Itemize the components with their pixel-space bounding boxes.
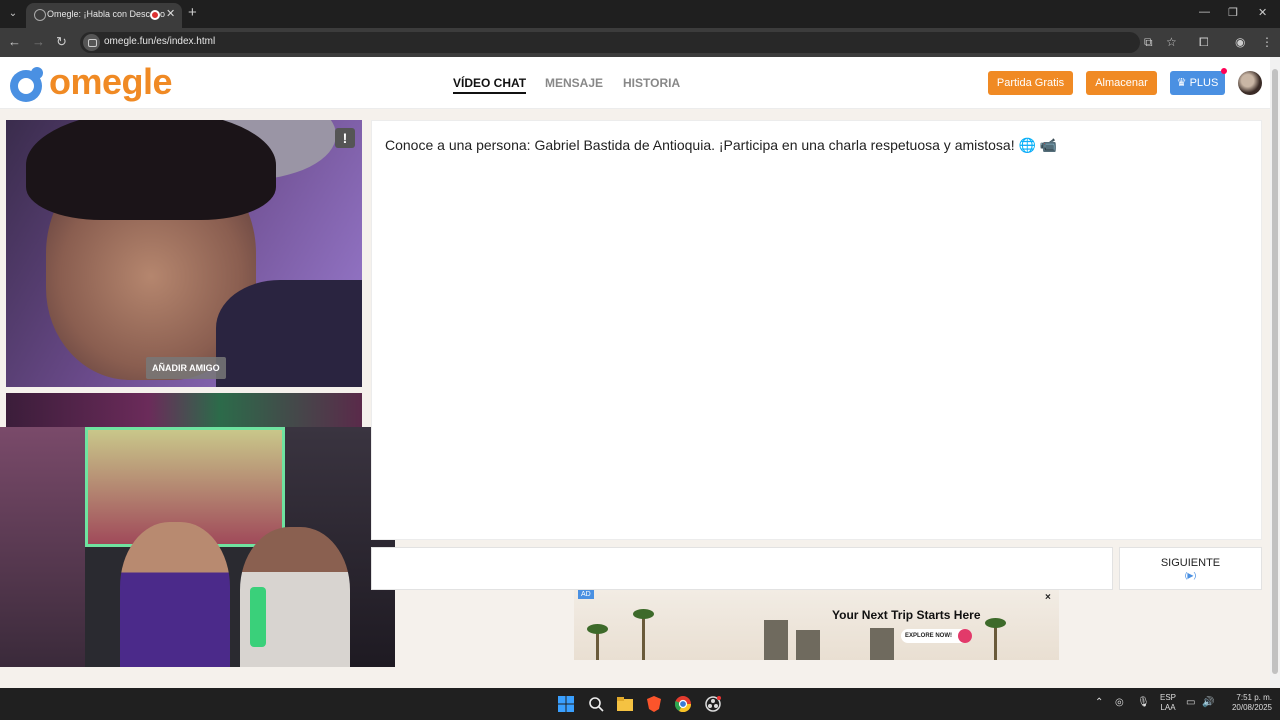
browser-toolbar: ← → ↻ omegle.fun/es/index.html ⧉ ☆ ⧠ ◉ ⋮ <box>0 28 1280 57</box>
language-indicator[interactable]: ESP LAA <box>1158 693 1178 713</box>
nav-historia[interactable]: HISTORIA <box>623 76 680 90</box>
tray-app-icon[interactable]: ◎ <box>1115 697 1124 708</box>
page: omegle VÍDEO CHAT MENSAJE HISTORIA Parti… <box>0 57 1270 688</box>
next-button-hint: (▶) <box>1184 571 1197 580</box>
restore-icon[interactable]: ❐ <box>1228 6 1238 19</box>
ad-title: Your Next Trip Starts Here <box>832 608 981 622</box>
send-arrow-icon <box>958 629 973 643</box>
chat-input[interactable] <box>371 547 1113 590</box>
temple <box>870 628 894 660</box>
site-info-icon[interactable] <box>83 34 100 51</box>
bookmark-star-icon[interactable]: ☆ <box>1166 35 1177 49</box>
browser-tab[interactable]: Omegle: ¡Habla con Desconocidos! ✕ <box>26 3 182 28</box>
search-icon[interactable] <box>588 696 604 712</box>
extensions-icon[interactable]: ⧠ <box>1199 35 1209 50</box>
back-icon[interactable]: ← <box>8 34 21 49</box>
nav-mensaje[interactable]: MENSAJE <box>545 76 603 90</box>
temple <box>796 630 820 660</box>
language-line2: LAA <box>1160 703 1176 712</box>
page-scrollbar[interactable] <box>1270 57 1280 688</box>
crown-icon: ♛ <box>1176 77 1190 89</box>
advertisement[interactable]: AD Your Next Trip Starts Here EXPLORE NO… <box>574 590 1059 660</box>
network-icon[interactable]: ▭ <box>1186 697 1195 708</box>
volume-icon[interactable]: 🔊 <box>1202 697 1214 708</box>
scrollbar-thumb[interactable] <box>1272 69 1278 674</box>
ad-cta-label: EXPLORE NOW! <box>905 633 953 639</box>
stranger-video: ! AÑADIR AMIGO <box>6 120 362 387</box>
logo-text[interactable]: omegle <box>49 61 173 103</box>
notification-dot <box>1221 68 1227 74</box>
menu-kebab-icon[interactable]: ⋮ <box>1261 35 1273 49</box>
obs-icon[interactable] <box>705 696 721 712</box>
nav-video-chat[interactable]: VÍDEO CHAT <box>453 76 527 94</box>
omegle-logo-icon[interactable] <box>6 65 46 103</box>
brave-browser-icon[interactable] <box>646 696 662 712</box>
clock-date: 20/08/2025 <box>1231 703 1272 712</box>
temple <box>764 620 788 660</box>
url-text: omegle.fun/es/index.html <box>104 36 216 47</box>
free-match-button[interactable]: Partida Gratis <box>988 71 1073 95</box>
overlay-microphone <box>250 587 266 647</box>
window-close-icon[interactable]: ✕ <box>1258 6 1267 19</box>
ad-close-icon[interactable]: × <box>1045 592 1051 603</box>
video-hair <box>26 120 276 220</box>
tab-title: Omegle: ¡Habla con Desconocidos! <box>47 9 165 19</box>
plus-label: PLUS <box>1189 77 1219 89</box>
plus-button[interactable]: ♛ PLUS <box>1170 68 1227 95</box>
overlay-person-left <box>120 522 230 667</box>
video-shirt <box>216 280 362 387</box>
overlay-left-wall <box>0 427 85 667</box>
taskbar: ⌃ ◎ 🎙 ESP LAA ▭ 🔊 7:51 p. m. 20/08/2025 <box>0 688 1280 720</box>
store-button[interactable]: Almacenar <box>1086 71 1157 95</box>
clock[interactable]: 7:51 p. m. 20/08/2025 <box>1220 693 1272 713</box>
user-avatar[interactable] <box>1238 71 1262 95</box>
minimize-icon[interactable]: — <box>1199 6 1210 18</box>
report-button[interactable]: ! <box>335 128 355 148</box>
ad-cta-button[interactable]: EXPLORE NOW! <box>901 629 973 643</box>
ad-badge: AD <box>578 590 594 599</box>
add-friend-button[interactable]: AÑADIR AMIGO <box>146 357 226 379</box>
reload-icon[interactable]: ↻ <box>56 34 67 50</box>
language-line1: ESP <box>1159 693 1176 702</box>
address-bar[interactable]: omegle.fun/es/index.html <box>80 32 1140 53</box>
globe-icon <box>34 9 46 21</box>
microphone-icon[interactable]: 🎙 <box>1137 697 1150 708</box>
file-explorer-icon[interactable] <box>617 696 633 712</box>
chat-system-message: Conoce a una persona: Gabriel Bastida de… <box>385 137 1058 153</box>
new-tab-icon[interactable]: + <box>188 4 197 21</box>
profile-icon[interactable]: ◉ <box>1235 35 1245 49</box>
site-header: omegle VÍDEO CHAT MENSAJE HISTORIA Parti… <box>0 57 1270 109</box>
clock-time: 7:51 p. m. <box>1236 693 1272 702</box>
cast-icon[interactable]: ⧉ <box>1144 35 1153 50</box>
palm-tree <box>633 609 654 660</box>
next-button[interactable]: SIGUIENTE (▶) <box>1119 547 1262 590</box>
chat-log: Conoce a una persona: Gabriel Bastida de… <box>371 120 1262 540</box>
recording-icon <box>150 10 160 20</box>
tab-search-chevron-icon[interactable]: ⌄ <box>4 5 22 23</box>
tray-chevron-icon[interactable]: ⌃ <box>1095 697 1103 708</box>
streamer-camera-overlay <box>0 427 395 667</box>
forward-icon[interactable]: → <box>32 34 45 49</box>
browser-tab-bar: ⌄ Omegle: ¡Habla con Desconocidos! ✕ + —… <box>0 0 1280 28</box>
windows-start-icon[interactable] <box>558 696 574 712</box>
palm-tree <box>587 624 608 660</box>
close-tab-icon[interactable]: ✕ <box>166 7 175 20</box>
chrome-icon[interactable] <box>675 696 691 712</box>
next-button-label: SIGUIENTE <box>1160 557 1221 569</box>
palm-tree <box>985 618 1006 660</box>
